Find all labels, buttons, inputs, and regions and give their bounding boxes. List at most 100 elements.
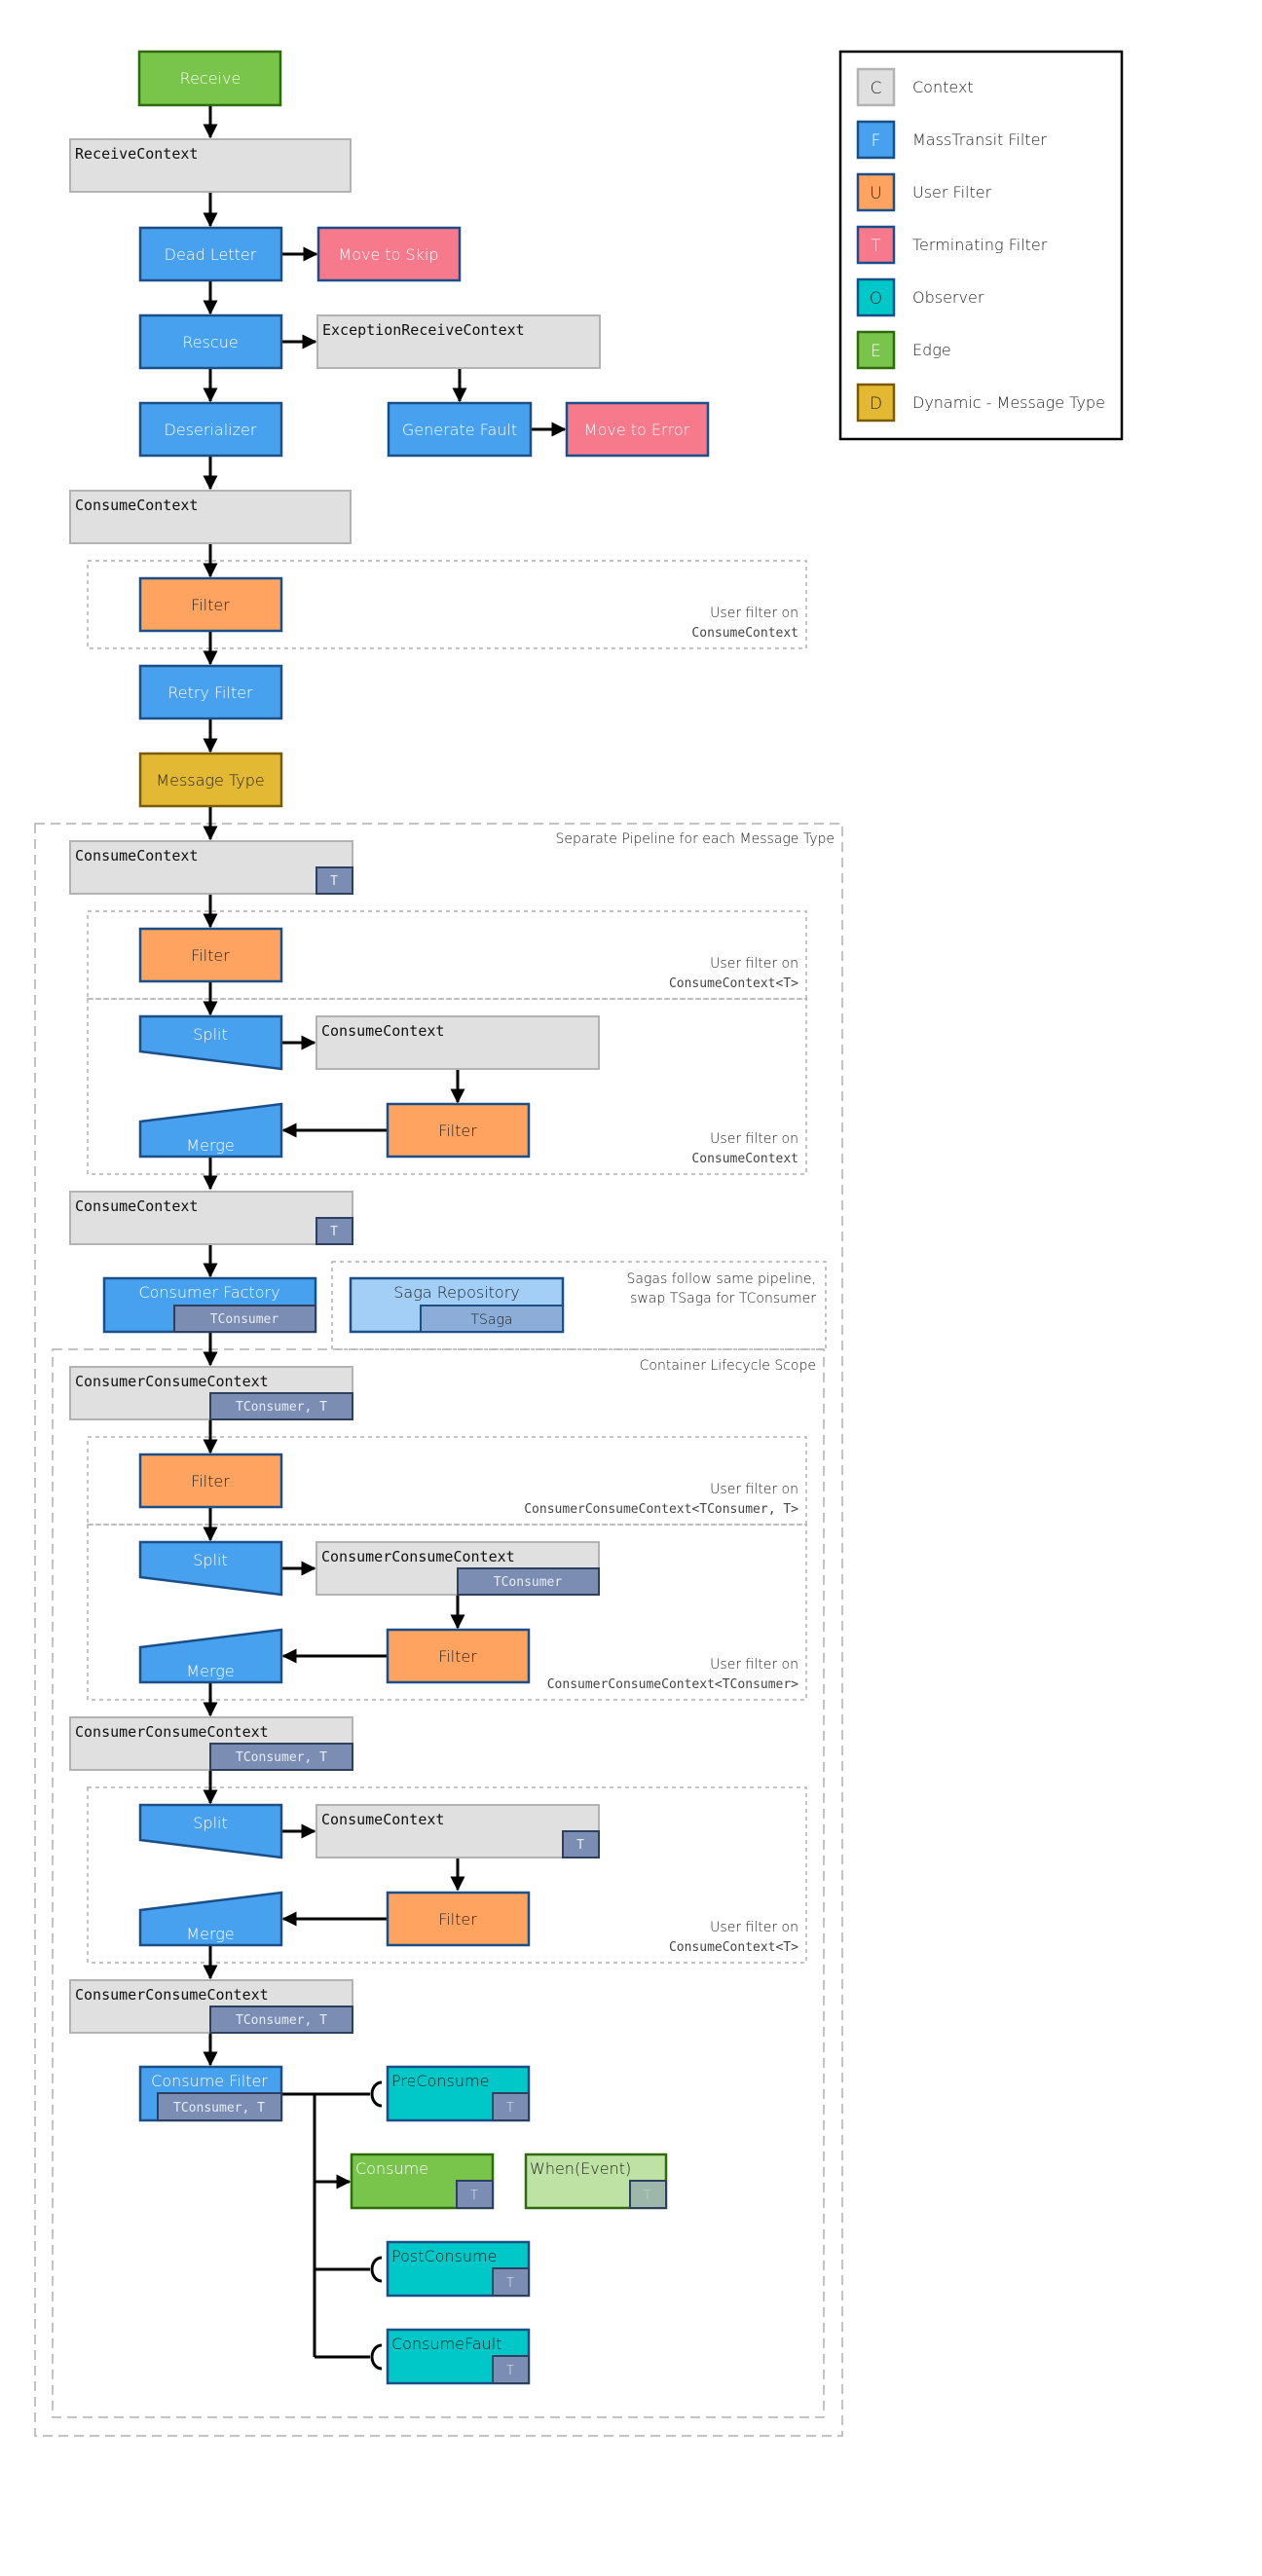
node-consumer-factory[interactable]: Consumer Factory TConsumer: [102, 1276, 317, 1334]
node-user-filter-ccc[interactable]: Filter: [138, 1453, 283, 1509]
node-retry-filter[interactable]: Retry Filter: [138, 664, 283, 720]
type-badge-label: T: [330, 1225, 338, 1239]
type-badge-label: TSaga: [471, 1312, 513, 1328]
separate-pipeline-label: Separate Pipeline for each Message Type: [556, 831, 835, 847]
node-user-filter-inner[interactable]: Filter: [386, 1102, 531, 1159]
node-consume-context-t[interactable]: ConsumeContext T: [69, 840, 353, 895]
node-label: ConsumerConsumeContext: [75, 1373, 269, 1390]
node-receive[interactable]: Receive: [137, 50, 282, 107]
node-label: Filter: [191, 946, 230, 965]
node-label: Split: [193, 1025, 227, 1044]
node-label: ConsumeContext: [75, 847, 198, 865]
node-label: ConsumeFault: [391, 2335, 501, 2353]
observer-socket-consumefault: [370, 2343, 383, 2371]
node-user-filter-t[interactable]: Filter: [138, 927, 283, 983]
type-badge-label: T: [330, 874, 338, 889]
node-label: Consume: [355, 2159, 428, 2178]
node-consume-context[interactable]: ConsumeContext: [69, 490, 352, 544]
node-message-type[interactable]: Message Type: [138, 752, 283, 808]
observer-socket-postconsume: [370, 2256, 383, 2283]
type-badge-label: TConsumer, T: [236, 1750, 327, 1765]
node-consumer-consume-context[interactable]: ConsumerConsumeContext TConsumer, T: [69, 1366, 353, 1420]
type-badge-label: TConsumer: [210, 1312, 279, 1327]
node-post-consume-observer[interactable]: PostConsume T: [386, 2240, 531, 2298]
legend-swatch-glyph: O: [870, 289, 882, 309]
node-pre-consume-observer[interactable]: PreConsume T: [386, 2065, 531, 2122]
group-note-type: ConsumeContext: [691, 626, 798, 641]
node-label: Retry Filter: [167, 683, 253, 702]
group-note: User filter on: [710, 1482, 798, 1497]
node-label: ConsumeContext: [321, 1811, 444, 1828]
node-label: ConsumerConsumeContext: [75, 1986, 269, 2004]
node-user-filter-ccc-inner[interactable]: Filter: [386, 1628, 531, 1684]
legend-swatch-glyph: D: [870, 394, 882, 414]
node-label: Receive: [180, 69, 241, 88]
node-label: Generate Fault: [402, 421, 517, 439]
node-consume-context-inner[interactable]: ConsumeContext: [316, 1015, 600, 1070]
node-dead-letter[interactable]: Dead Letter: [138, 226, 283, 282]
node-label: Filter: [191, 596, 230, 614]
node-saga-repository[interactable]: Saga Repository TSaga: [349, 1276, 565, 1334]
node-when-event[interactable]: When(Event) T: [524, 2153, 668, 2210]
node-label: Merge: [186, 1662, 234, 1680]
node-consumer-consume-context-2[interactable]: ConsumerConsumeContext TConsumer, T: [69, 1716, 353, 1771]
node-consumer-consume-context-inner[interactable]: ConsumerConsumeContext TConsumer: [316, 1541, 600, 1596]
type-badge-label: T: [506, 2276, 514, 2291]
node-merge-2[interactable]: Merge: [138, 1628, 283, 1684]
type-badge-label: TConsumer, T: [236, 2013, 327, 2028]
node-label: ConsumeContext: [321, 1022, 444, 1040]
legend-label: Edge: [912, 341, 951, 359]
type-badge-label: TConsumer, T: [173, 2101, 265, 2116]
node-split[interactable]: Split: [138, 1014, 283, 1071]
type-badge-label: T: [644, 2189, 651, 2203]
group-note: User filter on: [710, 1920, 798, 1935]
node-label: Merge: [186, 1136, 234, 1155]
type-badge-label: T: [506, 2364, 514, 2378]
node-split-3[interactable]: Split: [138, 1803, 283, 1859]
node-deserializer[interactable]: Deserializer: [138, 401, 283, 458]
node-receive-context[interactable]: ReceiveContext: [69, 138, 352, 193]
node-consume-context-inner-2[interactable]: ConsumeContext T: [316, 1804, 600, 1858]
node-generate-fault[interactable]: Generate Fault: [387, 401, 533, 458]
node-move-to-error[interactable]: Move to Error: [565, 401, 710, 458]
node-consumer-consume-context-3[interactable]: ConsumerConsumeContext TConsumer, T: [69, 1979, 353, 2034]
node-split-2[interactable]: Split: [138, 1540, 283, 1597]
node-merge[interactable]: Merge: [138, 1102, 283, 1159]
node-label: ConsumerConsumeContext: [321, 1548, 515, 1565]
node-move-to-skip[interactable]: Move to Skip: [316, 226, 462, 282]
group-note-type: ConsumerConsumeContext<TConsumer, T>: [524, 1502, 798, 1517]
node-label: Merge: [186, 1925, 234, 1943]
node-consume-edge[interactable]: Consume T: [350, 2153, 495, 2210]
node-user-filter-cc-inner-2[interactable]: Filter: [386, 1891, 531, 1947]
legend-label: Dynamic - Message Type: [912, 393, 1105, 412]
node-consume-filter[interactable]: Consume Filter TConsumer, T: [138, 2065, 283, 2122]
node-label: ConsumerConsumeContext: [75, 1723, 269, 1741]
group-note: User filter on: [710, 606, 798, 621]
node-merge-3[interactable]: Merge: [138, 1891, 283, 1947]
node-label: Deserializer: [165, 421, 257, 439]
node-rescue[interactable]: Rescue: [138, 313, 283, 370]
node-label: ConsumeContext: [75, 497, 198, 514]
saga-note-line2: swap TSaga for TConsumer: [630, 1291, 816, 1306]
legend-label: Observer: [912, 288, 984, 307]
legend-swatch-glyph: F: [872, 131, 881, 151]
node-label: Consume Filter: [151, 2072, 268, 2090]
saga-note-line1: Sagas follow same pipeline,: [627, 1271, 817, 1287]
node-label: PreConsume: [391, 2072, 489, 2090]
group-note: User filter on: [710, 1657, 798, 1673]
pipeline-diagram: Separate Pipeline for each Message Type …: [34, 50, 1124, 2437]
node-consume-context-t-2[interactable]: ConsumeContext T: [69, 1191, 353, 1245]
node-user-filter[interactable]: Filter: [138, 576, 283, 633]
node-label: Split: [193, 1814, 227, 1832]
node-label: Filter: [191, 1472, 230, 1490]
legend-label: Context: [912, 78, 974, 96]
node-label: Message Type: [156, 771, 264, 790]
node-label: ConsumeContext: [75, 1197, 198, 1215]
legend: C Context F MassTransit Filter U User Filter T…: [838, 50, 1124, 441]
group-note-type: ConsumeContext: [691, 1152, 798, 1166]
container-lifecycle-label: Container Lifecycle Scope: [640, 1358, 816, 1374]
node-label: When(Event): [530, 2159, 631, 2178]
node-consume-fault-observer[interactable]: ConsumeFault T: [386, 2328, 531, 2385]
node-exception-receive-context[interactable]: ExceptionReceiveContext: [316, 314, 601, 369]
node-label: Filter: [438, 1910, 477, 1929]
